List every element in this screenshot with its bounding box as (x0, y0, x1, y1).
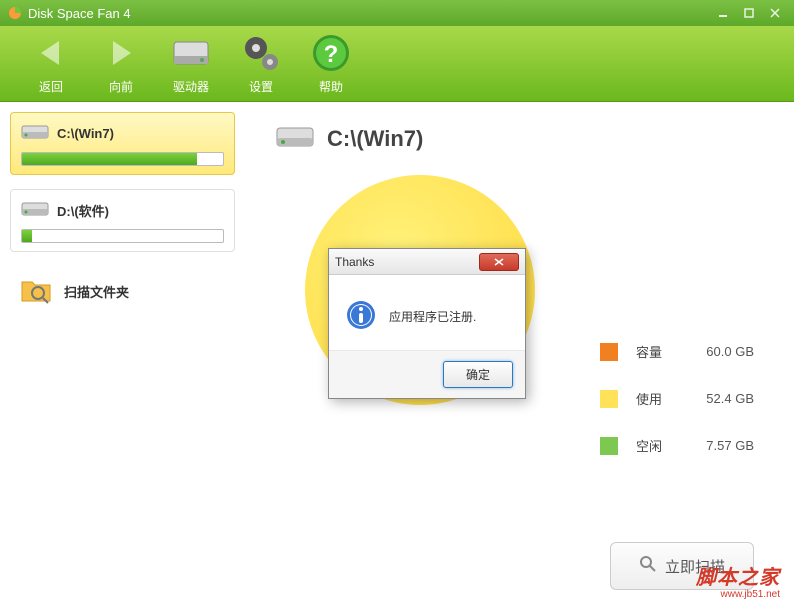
legend-label: 容量 (636, 342, 676, 361)
back-icon (30, 32, 72, 74)
forward-button[interactable]: 向前 (100, 32, 142, 95)
legend-swatch (600, 437, 618, 455)
scan-folder-button[interactable]: 扫描文件夹 (10, 266, 235, 317)
drives-button[interactable]: 驱动器 (170, 32, 212, 95)
info-icon (345, 299, 377, 334)
gear-icon (240, 32, 282, 74)
settings-label: 设置 (249, 78, 273, 95)
drive-usage-bar (21, 152, 224, 166)
drive-label: D:\(软件) (57, 201, 109, 220)
app-logo-icon (8, 6, 22, 20)
sidebar-drive-d[interactable]: D:\(软件) (10, 189, 235, 252)
dialog-ok-button[interactable]: 确定 (443, 361, 513, 388)
forward-label: 向前 (109, 78, 133, 95)
dialog: Thanks 应用程序已注册. 确定 (328, 248, 526, 399)
dialog-titlebar[interactable]: Thanks (329, 249, 525, 275)
close-icon (493, 257, 505, 267)
drive-icon (21, 198, 49, 223)
sidebar: C:\(Win7) D:\(软件) 扫描文件夹 (0, 102, 245, 600)
close-button[interactable] (764, 5, 786, 21)
legend-free: 空闲 7.57 GB (600, 436, 754, 455)
forward-icon (100, 32, 142, 74)
legend-value: 60.0 GB (694, 344, 754, 359)
legend-value: 7.57 GB (694, 438, 754, 453)
app-title: Disk Space Fan 4 (28, 6, 131, 21)
help-label: 帮助 (319, 78, 343, 95)
legend: 容量 60.0 GB 使用 52.4 GB 空闲 7.57 GB (600, 342, 754, 483)
help-button[interactable]: ? 帮助 (310, 32, 352, 95)
dialog-close-button[interactable] (479, 253, 519, 271)
drive-icon (21, 121, 49, 146)
sidebar-drive-c[interactable]: C:\(Win7) (10, 112, 235, 175)
dialog-message: 应用程序已注册. (389, 308, 476, 325)
help-icon: ? (310, 32, 352, 74)
legend-swatch (600, 343, 618, 361)
back-button[interactable]: 返回 (30, 32, 72, 95)
drive-label: C:\(Win7) (57, 126, 114, 141)
maximize-button[interactable] (738, 5, 760, 21)
drive-usage-bar (21, 229, 224, 243)
back-label: 返回 (39, 78, 63, 95)
drives-icon (170, 32, 212, 74)
drive-icon (275, 122, 315, 155)
legend-capacity: 容量 60.0 GB (600, 342, 754, 361)
search-icon (639, 555, 657, 577)
page-title: C:\(Win7) (327, 126, 423, 152)
titlebar: Disk Space Fan 4 (0, 0, 794, 26)
watermark-text: 脚本之家 (696, 561, 780, 590)
legend-used: 使用 52.4 GB (600, 389, 754, 408)
legend-swatch (600, 390, 618, 408)
svg-text:?: ? (324, 41, 339, 68)
toolbar: 返回 向前 驱动器 设置 ? 帮助 (0, 26, 794, 102)
legend-label: 空闲 (636, 436, 676, 455)
legend-label: 使用 (636, 389, 676, 408)
settings-button[interactable]: 设置 (240, 32, 282, 95)
scan-folder-label: 扫描文件夹 (64, 282, 129, 301)
minimize-button[interactable] (712, 5, 734, 21)
watermark-url: www.jb51.net (721, 589, 780, 600)
drives-label: 驱动器 (173, 78, 209, 95)
legend-value: 52.4 GB (694, 391, 754, 406)
dialog-title-text: Thanks (335, 255, 374, 269)
folder-search-icon (20, 276, 54, 307)
